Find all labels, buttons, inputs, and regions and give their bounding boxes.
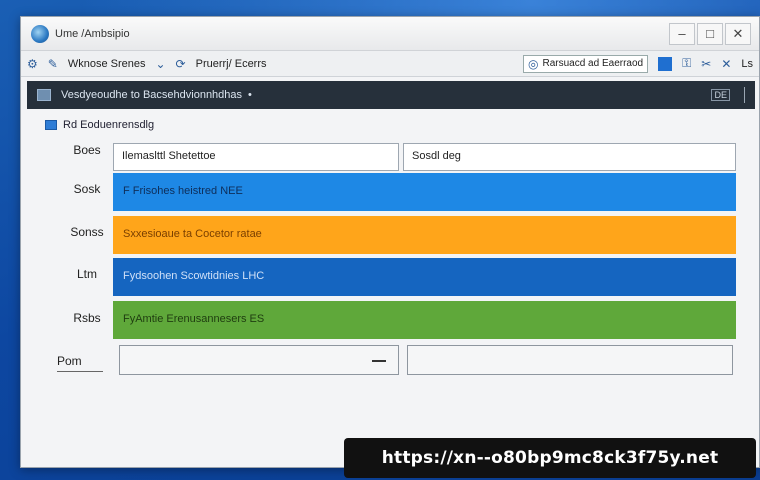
option-bar-3[interactable]: Fydsoohen Scowtidnies LHC: [113, 258, 736, 296]
row-label-1: Sosk: [73, 182, 101, 196]
row-label-2: Sonss: [70, 225, 104, 239]
dash-icon: [372, 360, 386, 362]
header-banner: Vesdyeoudhe to Bacsehdvionnhdhas • DE: [27, 81, 755, 109]
refresh-icon[interactable]: ⟳: [176, 57, 186, 71]
option-bar-1[interactable]: F Frisohes heistred NEE: [113, 173, 736, 211]
window-title: Ume /Ambsipio: [55, 27, 130, 40]
address-field[interactable]: ◎ Rarsuacd ad Eaerraod: [523, 54, 649, 73]
field-b[interactable]: Sosdl deg: [403, 143, 736, 171]
header-divider: [744, 87, 745, 103]
app-logo-icon: [31, 24, 49, 43]
section-heading: Rd Eoduenrensdlg: [45, 119, 154, 131]
settings-icon[interactable]: ⚙: [27, 57, 38, 71]
bottom-field-a[interactable]: [119, 345, 399, 375]
toolbar-right-label: Ls: [741, 57, 753, 70]
header-dot: •: [248, 89, 252, 101]
bottom-field-b[interactable]: [407, 345, 733, 375]
section-title: Rd Eoduenrensdlg: [63, 119, 155, 131]
address-text: Rarsuacd ad Eaerraod: [542, 58, 644, 69]
row-label-3: Ltm: [76, 267, 97, 281]
pin-icon[interactable]: ✎: [48, 57, 58, 71]
header-right: DE: [711, 87, 745, 103]
header-title: Vesdyeoudhe to Bacsehdvionnhdhas: [61, 89, 243, 101]
option-bar-4[interactable]: FyAmtie Erenusannesers ES: [113, 301, 736, 339]
field-a[interactable]: Ilemaslttl Shetettoe: [113, 143, 399, 171]
toolbar-right: ◎ Rarsuacd ad Eaerraod ⚿ ✂ ✕ Ls: [523, 54, 753, 73]
globe-icon: ◎: [528, 56, 539, 71]
minimize-button[interactable]: –: [669, 22, 695, 45]
row-label-boes: Boes: [73, 143, 101, 157]
toolbar: ⚙ ✎ Wknose Srenes ⌄ ⟳ Pruerrj/ Ecerrs ◎ …: [21, 51, 759, 77]
row-label-4: Rsbs: [73, 311, 101, 325]
maximize-button[interactable]: □: [697, 22, 723, 45]
windows-icon[interactable]: [658, 56, 673, 71]
close-tab-icon[interactable]: ✕: [721, 57, 731, 71]
tools-icon[interactable]: ✂: [701, 57, 711, 71]
window-controls: – □ ✕: [669, 22, 751, 45]
toolbar-item-projects[interactable]: Pruerrj/ Ecerrs: [196, 58, 267, 70]
app-window: Ume /Ambsipio – □ ✕ ⚙ ✎ Wknose Srenes ⌄ …: [20, 16, 760, 468]
monitor-icon: [37, 89, 51, 101]
close-button[interactable]: ✕: [725, 22, 751, 45]
header-mini-button[interactable]: DE: [711, 89, 730, 101]
folder-icon: [45, 120, 57, 130]
url-watermark: https://xn--o80bp9mc8ck3f75y.net: [344, 438, 756, 478]
chevron-down-icon[interactable]: ⌄: [155, 57, 165, 71]
bottom-label: Pom: [57, 354, 103, 372]
title-bar: Ume /Ambsipio – □ ✕: [21, 17, 759, 51]
option-bar-2[interactable]: Sxxesioaue ta Cocetor ratae: [113, 216, 736, 254]
lock-icon[interactable]: ⚿: [682, 56, 691, 71]
toolbar-item-windows[interactable]: Wknose Srenes: [68, 58, 146, 70]
